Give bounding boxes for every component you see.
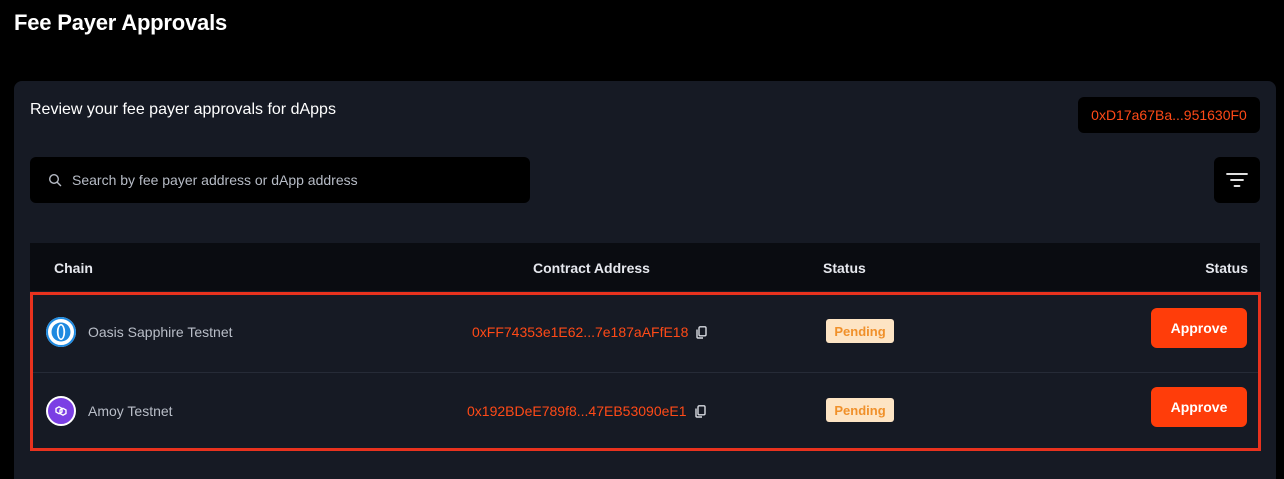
approve-button[interactable]: Approve — [1151, 387, 1247, 427]
column-header-action-status: Status — [1205, 260, 1248, 276]
search-icon — [48, 173, 62, 187]
table-header: Chain Contract Address Status Status — [30, 243, 1260, 291]
approve-button[interactable]: Approve — [1151, 308, 1247, 348]
table-row: Oasis Sapphire Testnet 0xFF74353e1E62...… — [33, 295, 1258, 373]
column-header-chain: Chain — [54, 260, 93, 276]
polygon-amoy-icon — [46, 396, 76, 426]
table-row: Amoy Testnet 0x192BDeE789f8...47EB53090e… — [33, 374, 1258, 452]
highlighted-rows: Oasis Sapphire Testnet 0xFF74353e1E62...… — [30, 292, 1261, 451]
filter-icon — [1226, 172, 1248, 188]
contract-address: 0xFF74353e1E62...7e187aAFfE18 — [472, 324, 708, 340]
contract-address: 0x192BDeE789f8...47EB53090eE1 — [467, 403, 706, 419]
column-header-status: Status — [823, 260, 866, 276]
approvals-card: Review your fee payer approvals for dApp… — [14, 81, 1276, 479]
wallet-address-badge[interactable]: 0xD17a67Ba...951630F0 — [1078, 97, 1260, 133]
chain-name: Oasis Sapphire Testnet — [88, 324, 233, 340]
contract-address-text: 0xFF74353e1E62...7e187aAFfE18 — [472, 324, 689, 340]
copy-icon[interactable] — [696, 325, 708, 339]
card-subtitle: Review your fee payer approvals for dApp… — [30, 101, 336, 118]
status-badge: Pending — [826, 398, 894, 422]
chain-name: Amoy Testnet — [88, 403, 173, 419]
column-header-contract-address: Contract Address — [533, 260, 650, 276]
search-input[interactable] — [72, 172, 530, 188]
contract-address-text: 0x192BDeE789f8...47EB53090eE1 — [467, 403, 687, 419]
filter-button[interactable] — [1214, 157, 1260, 203]
copy-icon[interactable] — [694, 404, 706, 418]
status-badge: Pending — [826, 319, 894, 343]
page-title: Fee Payer Approvals — [14, 10, 228, 35]
search-box[interactable] — [30, 157, 530, 203]
oasis-sapphire-icon — [46, 317, 76, 347]
